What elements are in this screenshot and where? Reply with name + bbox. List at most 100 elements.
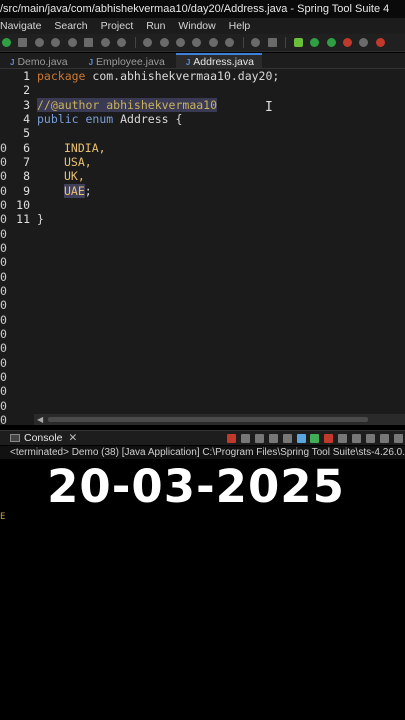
editor-horizontal-scrollbar[interactable]: ◀	[34, 414, 405, 425]
gutter-marker: 0	[0, 227, 7, 241]
code-line-1: package com.abhishekvermaa10.day20;	[37, 69, 279, 83]
close-icon[interactable]: ✕	[69, 432, 78, 444]
gutter-marker: 0	[0, 270, 7, 284]
tab-console[interactable]: Console ✕	[0, 431, 77, 445]
enum-constant: INDIA,	[64, 141, 106, 155]
window-title: /src/main/java/com/abhishekvermaa10/day2…	[0, 0, 405, 18]
java-file-icon: J	[88, 58, 94, 67]
coverage-icon[interactable]	[326, 38, 336, 47]
print-icon[interactable]	[67, 38, 77, 47]
scroll-left-icon[interactable]: ◀	[37, 415, 43, 424]
menu-help[interactable]: Help	[229, 18, 251, 34]
layout-icon[interactable]	[267, 38, 277, 47]
open-console-icon[interactable]	[366, 434, 376, 443]
menu-navigate[interactable]: Navigate	[0, 18, 41, 34]
menu-search[interactable]: Search	[54, 18, 87, 34]
code-line-3: //@author abhishekvermaa10	[37, 98, 218, 112]
code-line-7: USA,	[64, 155, 92, 169]
comment: //@author abhishekvermaa10	[37, 98, 218, 112]
code-line-4: public enum Address {	[37, 112, 182, 126]
minimize-icon[interactable]	[380, 434, 390, 443]
editor-tab-bar: J Demo.java J Employee.java J Address.java	[0, 53, 405, 69]
gutter-marker: 0	[0, 327, 7, 341]
gutter-marker: 0	[0, 284, 7, 298]
tab-address-java[interactable]: J Address.java	[175, 53, 262, 68]
properties-icon[interactable]	[84, 38, 94, 47]
toolbar-separator	[242, 37, 244, 48]
gutter-marker: 0	[0, 169, 7, 183]
tab-label: Demo.java	[17, 56, 68, 68]
show-on-output-icon[interactable]	[310, 434, 320, 443]
step-return-icon[interactable]	[192, 38, 202, 47]
remove-all-icon[interactable]	[254, 434, 264, 443]
gutter-marker: 0	[0, 184, 7, 198]
line-number: 2	[23, 83, 30, 97]
console-output-fragment: E	[0, 512, 6, 522]
run-icon[interactable]	[310, 38, 320, 47]
external-tools-icon[interactable]	[342, 38, 352, 47]
stop-icon[interactable]	[251, 38, 261, 47]
menu-run[interactable]: Run	[146, 18, 165, 34]
maximize-icon[interactable]	[394, 434, 403, 443]
remove-launch-icon[interactable]	[240, 434, 250, 443]
resume-icon[interactable]	[225, 38, 235, 47]
code-line-9: UAE;	[64, 184, 92, 198]
tab-employee-java[interactable]: J Employee.java	[79, 54, 173, 68]
code-line-8: UK,	[64, 169, 85, 183]
line-number: 4	[23, 112, 30, 126]
java-file-icon: J	[10, 58, 15, 67]
profile-icon[interactable]	[359, 38, 369, 47]
menu-project[interactable]: Project	[101, 18, 134, 34]
line-number: 1	[23, 69, 30, 83]
scrollbar-thumb[interactable]	[48, 417, 368, 422]
search-icon[interactable]	[117, 38, 127, 47]
console-icon	[10, 434, 20, 443]
save-all-icon[interactable]	[51, 38, 61, 47]
keyword: package	[37, 69, 86, 83]
closing-brace: }	[37, 212, 44, 226]
gutter-marker: 0	[0, 356, 7, 370]
clear-console-icon[interactable]	[268, 434, 278, 443]
i-beam-cursor-icon: I	[265, 100, 273, 115]
gutter-marker: 0	[0, 198, 7, 212]
enum-declaration: Address {	[113, 112, 183, 126]
build-icon[interactable]	[100, 38, 110, 47]
save-icon[interactable]	[34, 38, 44, 47]
new-icon[interactable]	[2, 38, 11, 47]
gutter-marker: 0	[0, 155, 7, 169]
terminate-icon[interactable]	[208, 38, 218, 47]
terminate-icon[interactable]	[226, 434, 236, 443]
gutter-marker: 0	[0, 255, 7, 269]
debug-icon[interactable]	[293, 38, 303, 47]
scroll-lock-icon[interactable]	[282, 434, 292, 443]
tab-demo-java[interactable]: J Demo.java	[0, 54, 76, 68]
pin-console-icon[interactable]	[338, 434, 348, 443]
skip-breakpoints-icon[interactable]	[143, 38, 153, 47]
keyword: enum	[78, 112, 114, 126]
display-selected-console-icon[interactable]	[352, 434, 362, 443]
open-icon[interactable]	[18, 38, 28, 47]
new-server-icon[interactable]	[375, 38, 385, 47]
code-line-6: INDIA,	[64, 141, 106, 155]
code-editor[interactable]: 1 2 3 4 5 6 7 8 9 10 11 0 0 0 0 0 0 0 0 …	[0, 69, 405, 425]
semicolon: ;	[84, 184, 92, 198]
gutter-marker: 0	[0, 313, 7, 327]
show-on-error-icon[interactable]	[324, 434, 334, 443]
word-wrap-icon[interactable]	[296, 434, 306, 443]
enum-constant: UAE	[64, 184, 85, 198]
console-toolbar	[226, 431, 405, 445]
tab-label: Address.java	[193, 56, 254, 68]
tab-label: Employee.java	[96, 56, 165, 68]
java-file-icon: J	[185, 58, 191, 67]
line-number-gutter: 1 2 3 4 5 6 7 8 9 10 11 0 0 0 0 0 0 0 0 …	[0, 69, 32, 425]
console-tab-label: Console	[24, 432, 63, 444]
step-into-icon[interactable]	[175, 38, 185, 47]
toolbar-separator	[134, 37, 136, 48]
menu-window[interactable]: Window	[178, 18, 215, 34]
gutter-marker: 0	[0, 241, 7, 255]
step-over-icon[interactable]	[159, 38, 169, 47]
menu-bar: Navigate Search Project Run Window Help	[0, 18, 405, 34]
date-overlay-caption: 20-03-2025	[47, 460, 345, 513]
enum-constant: UK,	[64, 169, 85, 183]
enum-constant: USA,	[64, 155, 92, 169]
